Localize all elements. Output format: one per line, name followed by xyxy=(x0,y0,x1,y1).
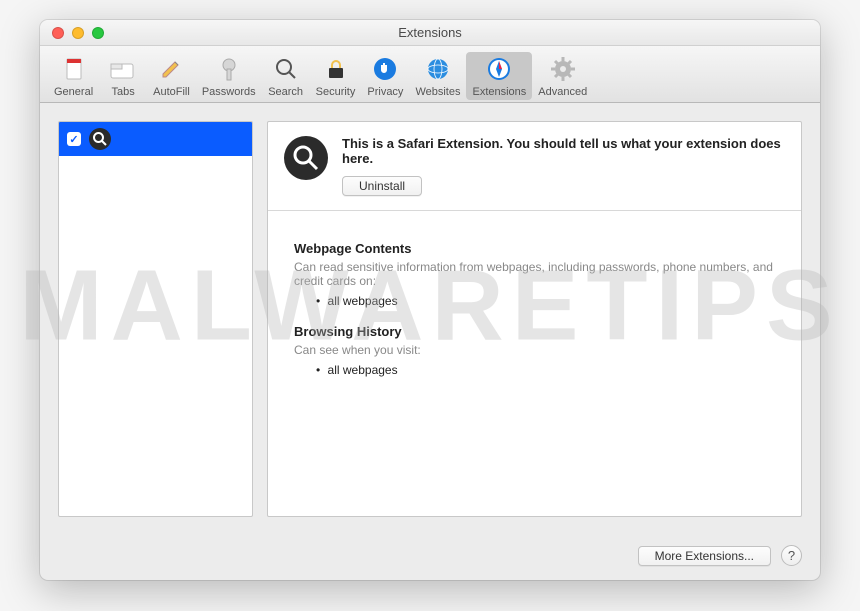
tab-passwords-label: Passwords xyxy=(202,86,256,98)
extension-header: This is a Safari Extension. You should t… xyxy=(268,122,801,211)
tab-privacy-label: Privacy xyxy=(367,86,403,98)
uninstall-button[interactable]: Uninstall xyxy=(342,176,422,196)
footer: More Extensions... ? xyxy=(40,535,820,580)
section-title: Webpage Contents xyxy=(294,241,775,256)
magnifier-icon xyxy=(89,128,111,150)
globe-icon xyxy=(423,54,453,84)
extension-list-item[interactable]: ✓ xyxy=(59,122,252,156)
content-area: ✓ This is a Safari Extension. You should… xyxy=(40,103,820,535)
tab-websites-label: Websites xyxy=(415,86,460,98)
compass-icon xyxy=(484,54,514,84)
tab-autofill[interactable]: AutoFill xyxy=(147,52,196,100)
lock-icon xyxy=(321,54,351,84)
section-subtitle: Can see when you visit: xyxy=(294,343,775,357)
window-title: Extensions xyxy=(40,25,820,40)
permissions-body: Webpage Contents Can read sensitive info… xyxy=(268,211,801,516)
tab-tabs-label: Tabs xyxy=(112,86,135,98)
tab-search[interactable]: Search xyxy=(262,52,310,100)
section-subtitle: Can read sensitive information from webp… xyxy=(294,260,775,288)
extension-enable-checkbox[interactable]: ✓ xyxy=(67,132,81,146)
tab-advanced-label: Advanced xyxy=(538,86,587,98)
tab-privacy[interactable]: Privacy xyxy=(361,52,409,100)
hand-icon xyxy=(370,54,400,84)
magnifier-icon xyxy=(284,136,328,180)
tab-security-label: Security xyxy=(316,86,356,98)
permission-item: all webpages xyxy=(316,294,775,308)
titlebar: Extensions xyxy=(40,20,820,46)
general-icon xyxy=(59,54,89,84)
preferences-window: Extensions General Tabs AutoFill Passwor… xyxy=(40,20,820,580)
tab-extensions[interactable]: Extensions xyxy=(466,52,532,100)
tab-security[interactable]: Security xyxy=(310,52,362,100)
tab-advanced[interactable]: Advanced xyxy=(532,52,593,100)
tab-general-label: General xyxy=(54,86,93,98)
more-extensions-button[interactable]: More Extensions... xyxy=(638,546,771,566)
extensions-list: ✓ xyxy=(58,121,253,517)
tab-extensions-label: Extensions xyxy=(472,86,526,98)
extension-detail-panel: This is a Safari Extension. You should t… xyxy=(267,121,802,517)
preferences-toolbar: General Tabs AutoFill Passwords Search xyxy=(40,46,820,103)
tab-general[interactable]: General xyxy=(48,52,99,100)
tab-autofill-label: AutoFill xyxy=(153,86,190,98)
help-button[interactable]: ? xyxy=(781,545,802,566)
key-icon xyxy=(214,54,244,84)
section-title: Browsing History xyxy=(294,324,775,339)
pencil-icon xyxy=(156,54,186,84)
search-icon xyxy=(271,54,301,84)
permission-item: all webpages xyxy=(316,363,775,377)
tab-websites[interactable]: Websites xyxy=(409,52,466,100)
extension-description: This is a Safari Extension. You should t… xyxy=(342,136,785,166)
tab-search-label: Search xyxy=(268,86,303,98)
gear-icon xyxy=(548,54,578,84)
tabs-icon xyxy=(108,54,138,84)
tab-tabs[interactable]: Tabs xyxy=(99,52,147,100)
tab-passwords[interactable]: Passwords xyxy=(196,52,262,100)
